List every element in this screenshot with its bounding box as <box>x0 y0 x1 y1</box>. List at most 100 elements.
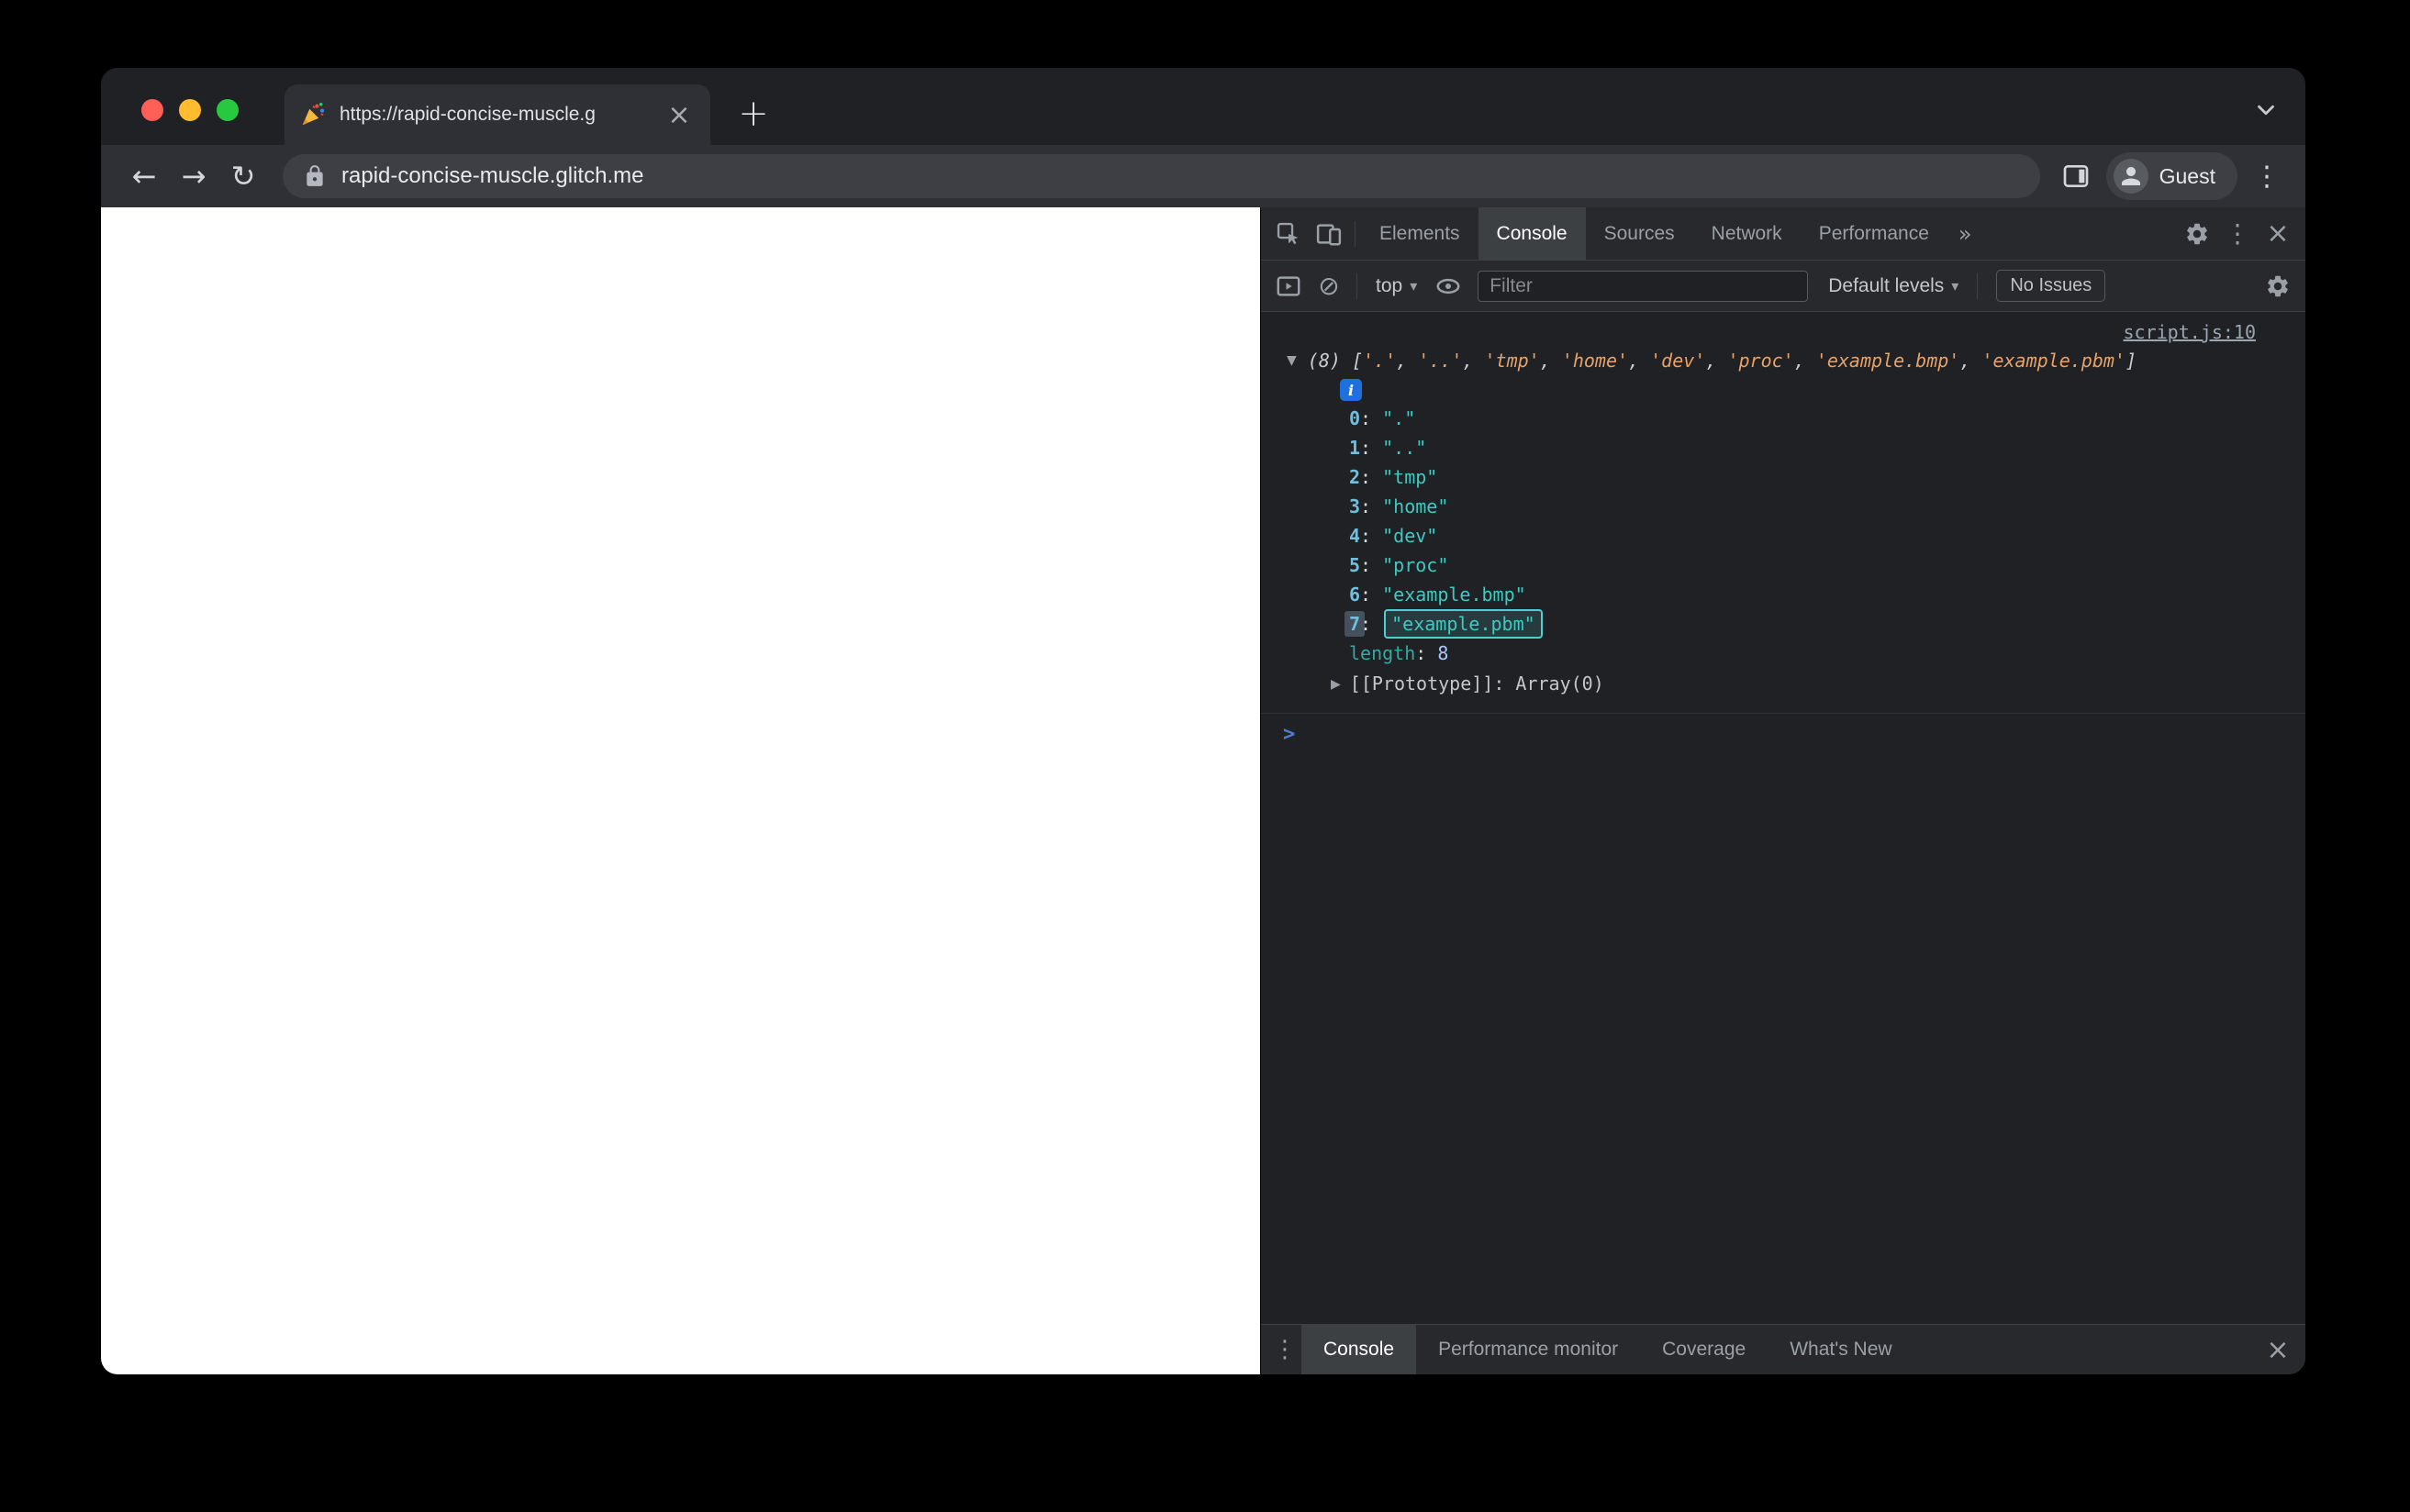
separator: : <box>1360 554 1383 576</box>
levels-label: Default levels <box>1828 274 1945 296</box>
array-entry: 5: "proc" <box>1261 550 2305 580</box>
tab-network[interactable]: Network <box>1693 207 1801 260</box>
entry-value: "tmp" <box>1382 466 1438 488</box>
preview-item: 'tmp' <box>1484 350 1540 372</box>
length-label: length <box>1349 642 1416 664</box>
devtools-settings-gear-icon[interactable] <box>2177 214 2217 254</box>
entry-key: 0 <box>1349 407 1361 429</box>
array-entry: 0: "." <box>1261 404 2305 433</box>
entry-value: ".." <box>1382 437 1427 459</box>
entry-key: 5 <box>1349 554 1361 576</box>
live-expression-eye-icon[interactable] <box>1430 268 1467 305</box>
separator: , <box>1396 350 1419 372</box>
console-prompt[interactable]: > <box>1261 713 2305 746</box>
array-preview[interactable]: ▼ (8) ['.', '..', 'tmp', 'home', 'dev', '… <box>1261 345 2305 376</box>
bracket: [ <box>1351 350 1363 372</box>
divider <box>1355 220 1356 247</box>
back-button[interactable]: ← <box>119 151 169 201</box>
preview-item: 'dev' <box>1650 350 1706 372</box>
devtools-close-icon[interactable]: × <box>2258 214 2298 254</box>
devtools-menu-icon[interactable]: ⋮ <box>2217 214 2258 254</box>
devtools-drawer: ⋮ Console Performance monitor Coverage W… <box>1261 1324 2305 1374</box>
tab-search-chevron-icon[interactable] <box>2249 94 2282 127</box>
array-entry-selected: 7: "example.pbm" <box>1261 609 2305 639</box>
tab-strip: https://rapid-concise-muscle.g × + <box>101 68 2305 145</box>
length-value: 8 <box>1437 642 1449 664</box>
drawer-menu-icon[interactable]: ⋮ <box>1268 1333 1301 1366</box>
separator: : <box>1360 466 1383 488</box>
separator: : <box>1360 495 1383 517</box>
window-content: Elements Console Sources Network Perform… <box>101 207 2305 1374</box>
reload-button[interactable]: ↻ <box>218 151 268 201</box>
minimize-window-button[interactable] <box>179 99 201 121</box>
close-window-button[interactable] <box>141 99 163 121</box>
clear-console-icon[interactable]: ⊘ <box>1311 268 1347 305</box>
drawer-tab-performance-monitor[interactable]: Performance monitor <box>1416 1325 1640 1374</box>
array-length-badge: (8) <box>1307 350 1352 372</box>
log-levels-selector[interactable]: Default levels ▾ <box>1819 275 1968 297</box>
more-tabs-icon[interactable]: » <box>1947 221 1983 247</box>
preview-item: 'example.pbm' <box>1981 350 2125 372</box>
tab-title: https://rapid-concise-muscle.g <box>340 104 596 125</box>
separator: : <box>1360 437 1383 459</box>
separator: : <box>1415 642 1438 664</box>
separator: , <box>1462 350 1485 372</box>
divider <box>1977 272 1979 299</box>
context-label: top <box>1376 274 1403 296</box>
party-popper-icon <box>299 101 327 128</box>
url-text: rapid-concise-muscle.glitch.me <box>341 163 644 188</box>
tab-sources[interactable]: Sources <box>1586 207 1693 260</box>
tab-elements[interactable]: Elements <box>1361 207 1478 260</box>
console-settings-gear-icon[interactable] <box>2259 268 2296 305</box>
tab-close-icon[interactable]: × <box>663 98 696 131</box>
profile-button[interactable]: Guest <box>2105 152 2237 200</box>
desktop-background: https://rapid-concise-muscle.g × + ← → ↻… <box>0 0 2410 1512</box>
tab-console[interactable]: Console <box>1478 207 1586 260</box>
address-bar[interactable]: rapid-concise-muscle.glitch.me <box>283 154 2040 198</box>
browser-window: https://rapid-concise-muscle.g × + ← → ↻… <box>101 68 2305 1374</box>
separator: : <box>1360 613 1383 635</box>
side-panel-icon[interactable] <box>2055 155 2097 197</box>
entry-key: 3 <box>1349 495 1361 517</box>
context-selector[interactable]: top ▾ <box>1367 275 1426 297</box>
browser-menu-icon[interactable]: ⋮ <box>2247 156 2287 196</box>
source-link[interactable]: script.js:10 <box>2124 321 2257 345</box>
drawer-tab-coverage[interactable]: Coverage <box>1640 1325 1768 1374</box>
new-tab-button[interactable]: + <box>731 92 775 136</box>
filter-input[interactable] <box>1478 270 1809 302</box>
entry-key: 2 <box>1349 466 1361 488</box>
forward-button[interactable]: → <box>169 151 218 201</box>
highlighted-entry-value: "example.pbm" <box>1384 609 1543 639</box>
entry-value: "example.bmp" <box>1382 584 1526 606</box>
issues-counter[interactable]: No Issues <box>1996 270 2106 302</box>
drawer-tab-whats-new[interactable]: What's New <box>1768 1325 1913 1374</box>
prototype-value: Array(0) <box>1515 673 1604 695</box>
array-entry: 1: ".." <box>1261 433 2305 462</box>
console-messages[interactable]: script.js:10 ▼ (8) ['.', '..', 'tmp', 'ho… <box>1261 312 2305 1324</box>
drawer-tab-console[interactable]: Console <box>1301 1325 1417 1374</box>
console-sidebar-icon[interactable] <box>1270 268 1307 305</box>
separator: : <box>1493 673 1516 695</box>
browser-tab[interactable]: https://rapid-concise-muscle.g × <box>285 84 710 145</box>
separator: , <box>1793 350 1816 372</box>
collapsed-toggle-icon[interactable]: ▶ <box>1331 669 1341 700</box>
preview-item: 'proc' <box>1727 350 1794 372</box>
lock-icon[interactable] <box>303 164 327 188</box>
separator: , <box>1628 350 1651 372</box>
array-entry: 3: "home" <box>1261 492 2305 521</box>
expand-toggle-icon[interactable]: ▼ <box>1287 345 1297 376</box>
tab-performance[interactable]: Performance <box>1801 207 1947 260</box>
separator: , <box>1959 350 1982 372</box>
page-content <box>101 207 1260 1374</box>
prototype-row: ▶ [[Prototype]]: Array(0) <box>1261 668 2305 700</box>
zoom-window-button[interactable] <box>217 99 239 121</box>
bracket: ] <box>2125 350 2137 372</box>
avatar-icon <box>2113 159 2148 194</box>
inspect-element-icon[interactable] <box>1268 214 1309 254</box>
device-toolbar-icon[interactable] <box>1309 214 1349 254</box>
separator: : <box>1360 584 1383 606</box>
prompt-chevron-icon: > <box>1283 723 1296 746</box>
profile-label: Guest <box>2159 163 2215 188</box>
entry-value: "dev" <box>1382 525 1438 547</box>
drawer-close-icon[interactable]: × <box>2258 1329 2298 1370</box>
